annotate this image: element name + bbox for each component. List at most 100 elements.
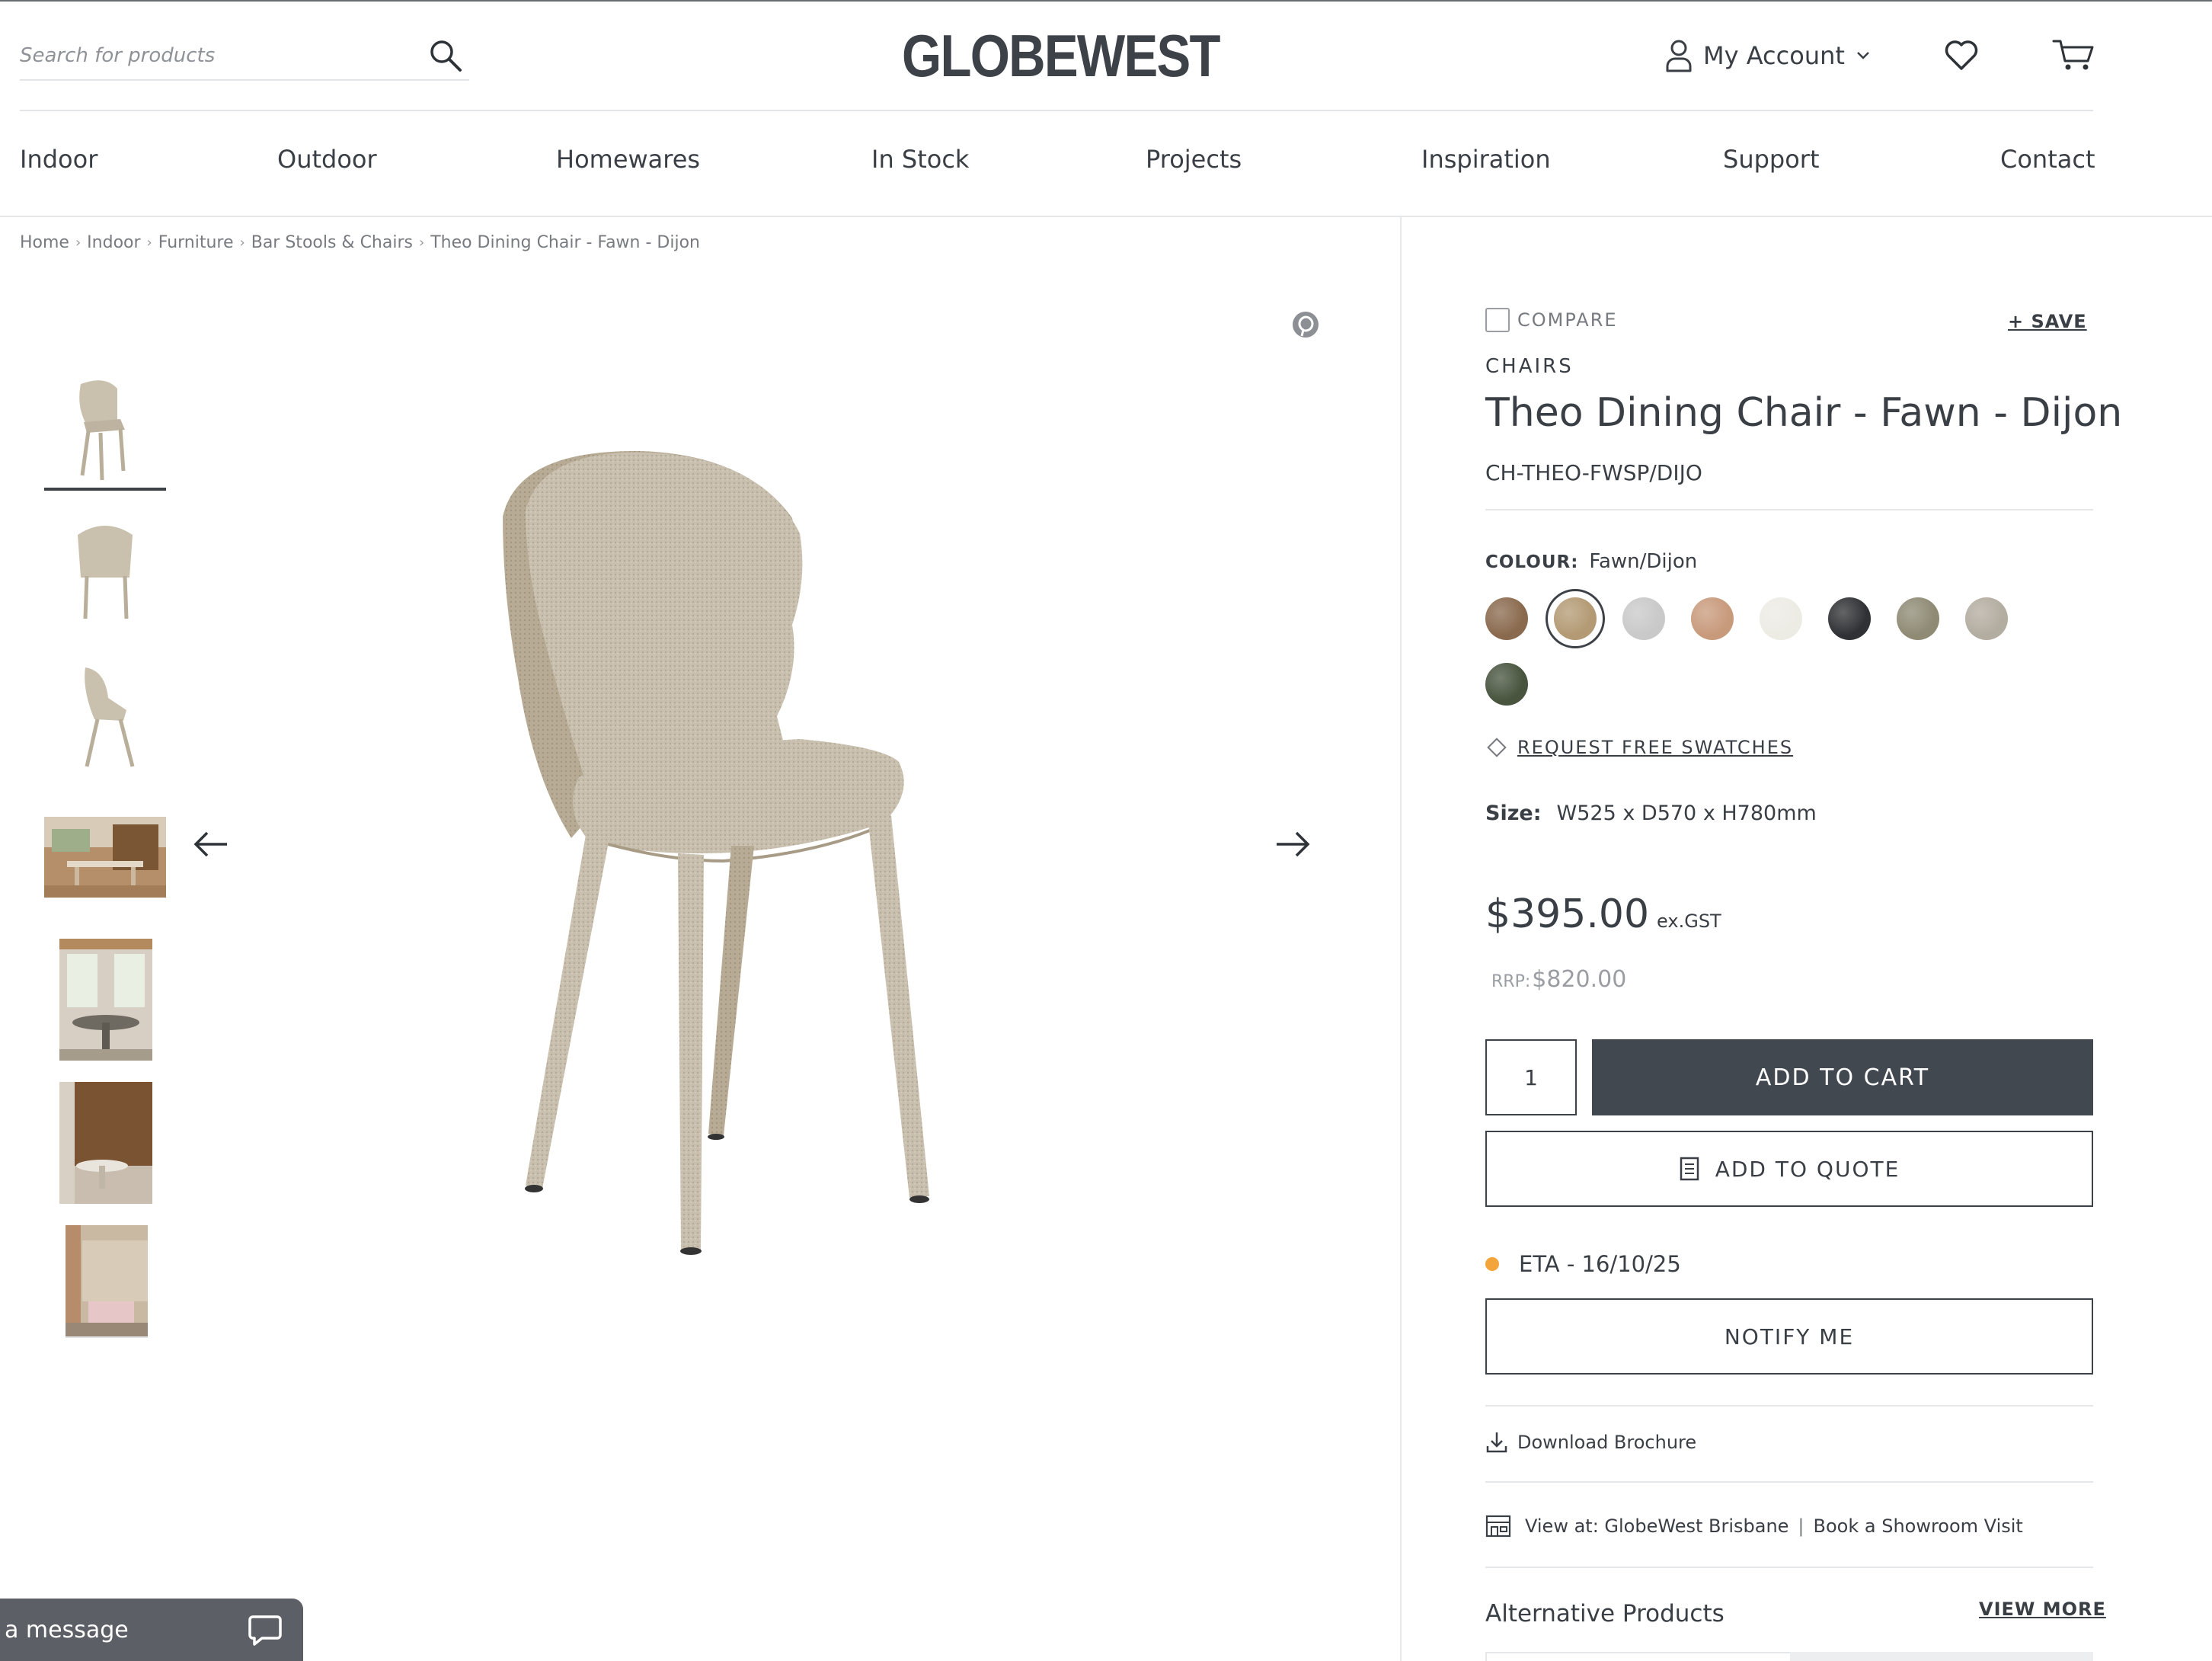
alternative-products-heading: Alternative Products bbox=[1485, 1600, 1725, 1627]
breadcrumb-indoor[interactable]: Indoor bbox=[87, 233, 140, 252]
nav-in-stock[interactable]: In Stock bbox=[871, 145, 969, 174]
site-logo[interactable]: GLOBEWEST bbox=[902, 26, 1221, 85]
compare-checkbox[interactable]: COMPARE bbox=[1485, 308, 1618, 332]
notify-me-button[interactable]: NOTIFY ME bbox=[1485, 1298, 2093, 1375]
chat-label: a message bbox=[5, 1616, 129, 1643]
colour-swatch-fawn-dijon[interactable] bbox=[1546, 589, 1605, 648]
store-icon bbox=[1485, 1515, 1511, 1538]
chevron-right-icon: › bbox=[75, 235, 82, 251]
checkbox-icon[interactable] bbox=[1485, 308, 1510, 332]
chair-side-thumbnail-image bbox=[44, 652, 166, 774]
price-suffix: ex.GST bbox=[1657, 911, 1721, 932]
status-dot-icon bbox=[1485, 1257, 1499, 1271]
colour-swatch-stone[interactable] bbox=[1965, 597, 2008, 640]
size-label: Size: bbox=[1485, 802, 1542, 825]
nav-outdoor[interactable]: Outdoor bbox=[277, 145, 377, 174]
nav-contact[interactable]: Contact bbox=[2000, 145, 2095, 174]
download-brochure-link[interactable]: Download Brochure bbox=[1485, 1431, 1696, 1454]
add-to-cart-button[interactable]: ADD TO CART bbox=[1592, 1039, 2093, 1115]
chevron-down-icon bbox=[1857, 52, 1869, 59]
thumbnail-sunroom[interactable] bbox=[59, 939, 152, 1061]
dining-room-thumbnail-image bbox=[44, 817, 166, 898]
colour-swatch-terracotta[interactable] bbox=[1691, 597, 1734, 640]
nav-support[interactable]: Support bbox=[1723, 145, 1820, 174]
save-link[interactable]: + SAVE bbox=[2008, 311, 2087, 332]
header-divider bbox=[20, 110, 2093, 111]
timber-wall-thumbnail-image bbox=[59, 1082, 152, 1204]
view-at-showroom-link[interactable]: View at: GlobeWest Brisbane bbox=[1525, 1515, 1788, 1537]
nav-homewares[interactable]: Homewares bbox=[556, 145, 700, 174]
pinterest-icon[interactable] bbox=[1292, 311, 1319, 338]
search-icon[interactable] bbox=[428, 38, 463, 73]
rrp-block: RRP: $820.00 bbox=[1491, 966, 1626, 993]
request-swatches-label: REQUEST FREE SWATCHES bbox=[1517, 737, 1794, 758]
colour-swatch-charcoal[interactable] bbox=[1828, 597, 1871, 640]
user-icon bbox=[1666, 40, 1692, 72]
arrow-right-icon[interactable] bbox=[1274, 829, 1312, 859]
book-showroom-visit-link[interactable]: Book a Showroom Visit bbox=[1814, 1515, 2023, 1537]
breadcrumb-current: Theo Dining Chair - Fawn - Dijon bbox=[430, 233, 700, 252]
product-size: Size: W525 x D570 x H780mm bbox=[1485, 802, 1817, 825]
product-category: CHAIRS bbox=[1485, 355, 1574, 378]
column-divider bbox=[1400, 217, 1402, 1661]
arrow-left-icon[interactable] bbox=[192, 829, 230, 859]
nav-projects[interactable]: Projects bbox=[1146, 145, 1242, 174]
chat-bubble-icon bbox=[248, 1615, 282, 1646]
chair-thumbnail-image bbox=[44, 369, 166, 488]
chevron-right-icon: › bbox=[418, 235, 425, 251]
top-border bbox=[0, 0, 2212, 2]
chevron-right-icon: › bbox=[239, 235, 245, 251]
breadcrumb-bar-stools[interactable]: Bar Stools & Chairs bbox=[251, 233, 413, 252]
divider bbox=[1485, 1405, 2093, 1407]
cart-icon[interactable] bbox=[2052, 38, 2095, 72]
search-bar bbox=[20, 34, 469, 81]
stone-wall-thumbnail-image bbox=[66, 1225, 148, 1336]
my-account-menu[interactable]: My Account bbox=[1665, 37, 1871, 75]
thumbnail-stone-wall[interactable] bbox=[66, 1225, 148, 1338]
colour-swatch-light-grey[interactable] bbox=[1622, 597, 1665, 640]
separator: | bbox=[1798, 1515, 1804, 1537]
thumbnail-chair-back[interactable] bbox=[44, 509, 166, 631]
sunroom-thumbnail-image bbox=[59, 939, 152, 1061]
product-sku: CH-THEO-FWSP/DIJO bbox=[1485, 460, 1702, 485]
thumbnail-dining-room[interactable] bbox=[44, 817, 166, 898]
chat-widget[interactable]: a message bbox=[0, 1599, 303, 1661]
thumbnail-chair-side[interactable] bbox=[44, 652, 166, 774]
size-value: W525 x D570 x H780mm bbox=[1556, 802, 1817, 825]
breadcrumb: Home › Indoor › Furniture › Bar Stools &… bbox=[20, 233, 700, 252]
nav-inspiration[interactable]: Inspiration bbox=[1421, 145, 1551, 174]
download-brochure-label: Download Brochure bbox=[1517, 1432, 1697, 1453]
view-more-link[interactable]: VIEW MORE bbox=[1979, 1599, 2106, 1620]
price-block: $395.00 ex.GST bbox=[1485, 891, 1721, 937]
document-icon bbox=[1680, 1157, 1699, 1181]
eta-text: ETA - 16/10/25 bbox=[1519, 1251, 1681, 1277]
thumbnail-timber-wall[interactable] bbox=[59, 1082, 152, 1204]
rrp-label: RRP: bbox=[1491, 972, 1531, 991]
product-main-image bbox=[503, 450, 929, 1255]
nav-divider bbox=[0, 216, 2212, 217]
download-icon bbox=[1486, 1432, 1507, 1453]
search-input[interactable] bbox=[20, 34, 416, 78]
colour-swatch-olive-grey[interactable] bbox=[1897, 597, 1939, 640]
breadcrumb-furniture[interactable]: Furniture bbox=[158, 233, 234, 252]
eta-status: ETA - 16/10/25 bbox=[1485, 1251, 1681, 1277]
nav-indoor[interactable]: Indoor bbox=[20, 145, 97, 174]
chair-back-thumbnail-image bbox=[44, 509, 166, 631]
divider bbox=[1485, 509, 2093, 510]
wishlist-heart-icon[interactable] bbox=[1944, 38, 1979, 72]
request-swatches-link[interactable]: REQUEST FREE SWATCHES bbox=[1485, 736, 1793, 759]
colour-swatch-brown[interactable] bbox=[1485, 597, 1528, 640]
add-to-quote-button[interactable]: ADD TO QUOTE bbox=[1485, 1131, 2093, 1207]
colour-label: COLOUR: bbox=[1485, 552, 1579, 572]
alternative-product-card[interactable] bbox=[1790, 1652, 2093, 1661]
compare-label: COMPARE bbox=[1517, 309, 1618, 331]
thumbnail-chair-front[interactable] bbox=[44, 369, 166, 491]
add-to-quote-label: ADD TO QUOTE bbox=[1715, 1156, 1900, 1182]
rrp-value: $820.00 bbox=[1532, 966, 1627, 993]
quantity-input[interactable] bbox=[1485, 1039, 1577, 1115]
breadcrumb-home[interactable]: Home bbox=[20, 233, 69, 252]
divider bbox=[1485, 1481, 2093, 1483]
colour-swatch-ivory[interactable] bbox=[1760, 597, 1802, 640]
colour-swatch-forest[interactable] bbox=[1485, 663, 1528, 706]
product-title: Theo Dining Chair - Fawn - Dijon bbox=[1485, 390, 2123, 436]
